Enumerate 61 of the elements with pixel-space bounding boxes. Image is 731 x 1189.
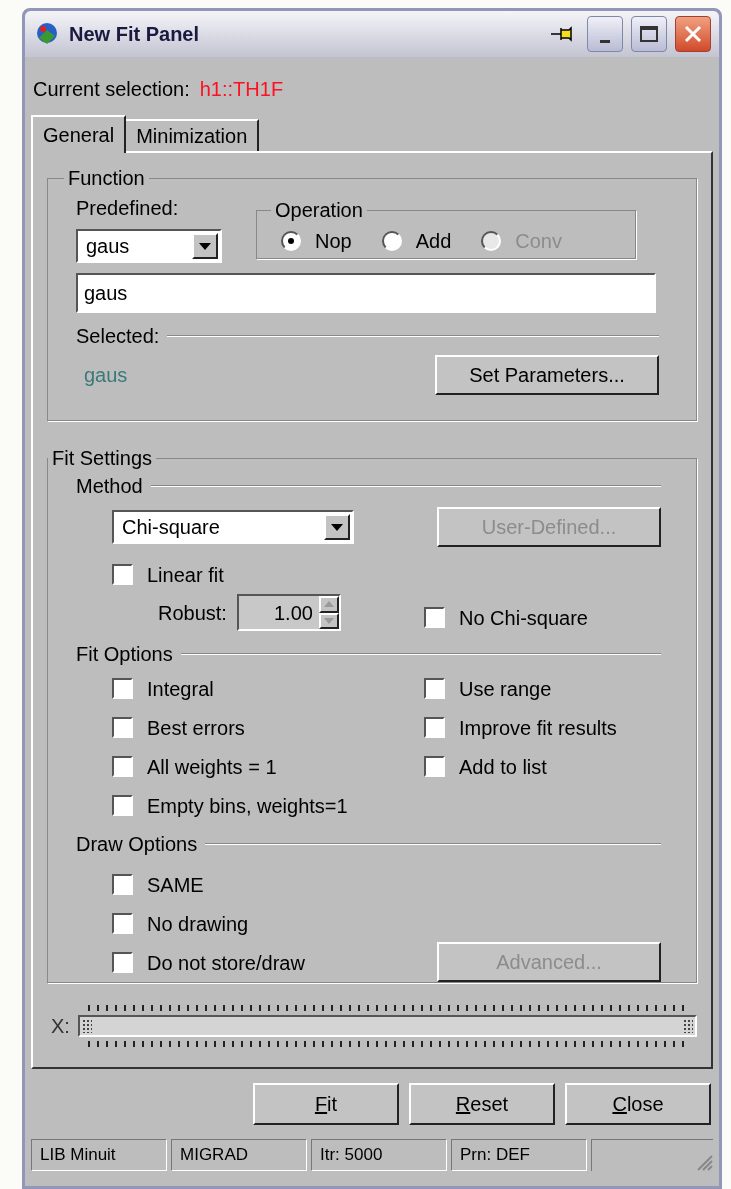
checkbox[interactable] xyxy=(112,564,133,585)
checkbox-label: Integral xyxy=(147,676,214,702)
group-title: Fit Settings xyxy=(51,446,154,471)
checkbox-label: Empty bins, weights=1 xyxy=(147,793,348,819)
selection-label: Current selection: xyxy=(33,77,190,102)
section-title: Fit Options xyxy=(76,642,173,667)
close-button[interactable] xyxy=(675,16,711,52)
checkbox-label: Best errors xyxy=(147,715,245,741)
section-title: Method xyxy=(76,474,143,499)
radio-button[interactable] xyxy=(281,231,301,251)
window-title: New Fit Panel xyxy=(69,22,201,47)
resize-grip-icon[interactable] xyxy=(695,1153,713,1171)
robust-label: Robust: xyxy=(158,600,227,626)
radio-label: Nop xyxy=(315,229,352,254)
selected-label: Selected: xyxy=(76,324,160,349)
dialog-button[interactable]: Fit xyxy=(253,1083,399,1125)
status-field: Itr: 5000 xyxy=(311,1139,447,1171)
dialog-button[interactable]: Close xyxy=(565,1083,711,1125)
selection-value: h1::TH1F xyxy=(199,77,284,102)
tab[interactable]: Minimization xyxy=(126,119,260,151)
checkbox-label: Add to list xyxy=(459,754,547,780)
checkbox-label: No Chi-square xyxy=(459,605,588,631)
checkbox-label: Linear fit xyxy=(147,562,224,588)
checkbox-label: No drawing xyxy=(147,911,249,937)
checkbox[interactable] xyxy=(112,717,133,738)
maximize-button[interactable] xyxy=(631,16,667,52)
status-field: Prn: DEF xyxy=(451,1139,587,1171)
predefined-dropdown[interactable]: gaus xyxy=(76,229,222,263)
checkbox[interactable] xyxy=(424,717,445,738)
minimize-button[interactable] xyxy=(587,16,623,52)
close-icon xyxy=(684,25,702,43)
section-title: Draw Options xyxy=(76,832,198,857)
checkbox-label: Do not store/draw xyxy=(147,950,305,976)
checkbox-label: All weights = 1 xyxy=(147,754,277,780)
checkbox[interactable] xyxy=(424,756,445,777)
group-title: Function xyxy=(67,166,146,191)
dialog-button[interactable]: Reset xyxy=(409,1083,555,1125)
method-dropdown[interactable]: Chi-square xyxy=(112,510,354,544)
spinner-icon[interactable] xyxy=(318,596,339,629)
checkbox[interactable] xyxy=(424,678,445,699)
predefined-label: Predefined: xyxy=(76,196,180,221)
checkbox[interactable] xyxy=(112,678,133,699)
checkbox[interactable] xyxy=(112,795,133,816)
set-parameters-button[interactable]: Set Parameters... xyxy=(435,355,659,395)
checkbox[interactable] xyxy=(424,607,445,628)
checkbox[interactable] xyxy=(112,874,133,895)
checkbox-label: Use range xyxy=(459,676,552,702)
formula-field[interactable]: gaus xyxy=(76,273,656,313)
selected-function: gaus xyxy=(84,363,128,388)
status-field: MIGRAD xyxy=(171,1139,307,1171)
checkbox[interactable] xyxy=(112,913,133,934)
radio-label: Add xyxy=(415,229,452,254)
checkbox-label: SAME xyxy=(147,872,204,898)
status-field: LIB Minuit xyxy=(31,1139,167,1171)
checkbox[interactable] xyxy=(112,952,133,973)
range-label: X: xyxy=(51,1014,70,1039)
tab[interactable]: General xyxy=(31,115,127,153)
checkbox[interactable] xyxy=(112,756,133,777)
radio-button[interactable] xyxy=(381,231,402,251)
checkbox-label: Improve fit results xyxy=(459,715,617,741)
group-title: Operation xyxy=(274,198,364,223)
